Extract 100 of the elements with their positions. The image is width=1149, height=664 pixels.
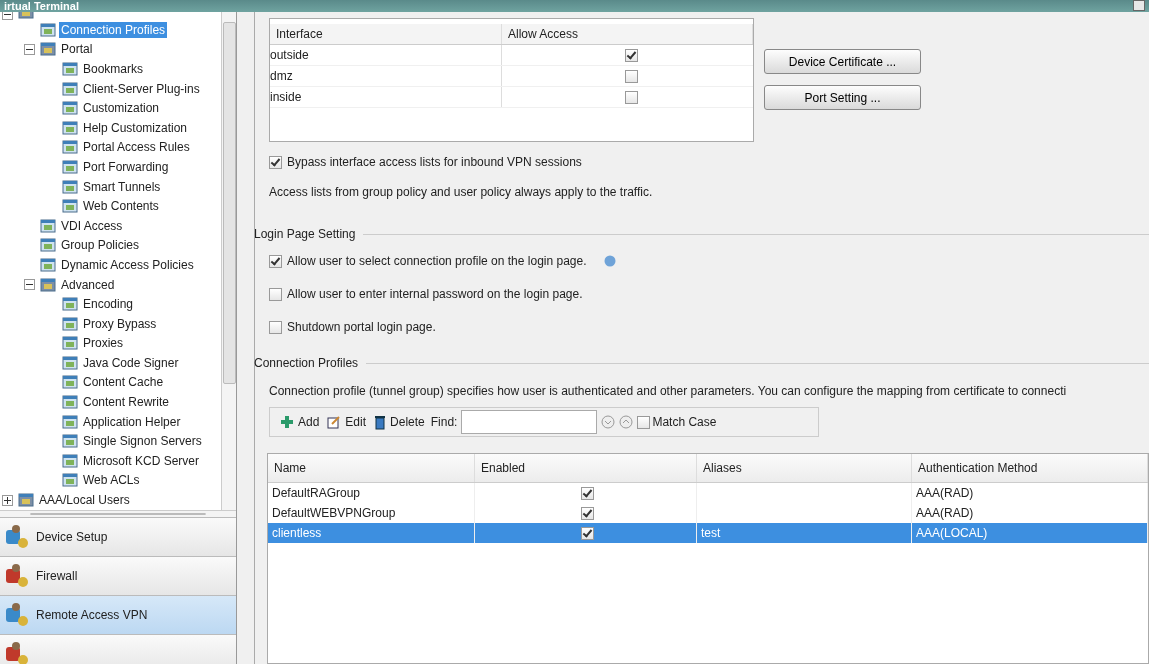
window-icon xyxy=(40,256,56,273)
column-header: Authentication Method xyxy=(912,454,1148,482)
find-field[interactable] xyxy=(461,410,598,434)
checkbox[interactable] xyxy=(581,526,594,540)
note-text: Access lists from group policy and user policy always apply to the traffic. xyxy=(269,185,654,199)
tree-item[interactable]: Group Policies xyxy=(59,237,142,254)
tree-item[interactable]: Dynamic Access Policies xyxy=(59,256,196,273)
tree-item[interactable]: Customization xyxy=(81,100,162,117)
group-title: Login Page Setting xyxy=(254,227,356,241)
window-icon xyxy=(62,413,78,430)
tree-item[interactable]: Port Forwarding xyxy=(81,158,171,175)
expander[interactable] xyxy=(2,12,13,20)
checkbox-label: Match Case xyxy=(652,415,717,429)
find-label: Find: xyxy=(430,415,458,429)
tree-item[interactable]: Application Helper xyxy=(81,413,183,430)
table-cell: clientless xyxy=(268,523,475,543)
nav-button[interactable]: Firewall xyxy=(0,555,236,595)
expander[interactable] xyxy=(24,279,35,290)
window-icon xyxy=(62,80,78,97)
tree-item[interactable]: Encoding xyxy=(81,296,136,313)
checkbox[interactable] xyxy=(581,486,594,500)
window-icon xyxy=(62,354,78,371)
tree-item[interactable]: Bookmarks xyxy=(81,61,146,77)
window-icon xyxy=(62,472,78,489)
window-icon xyxy=(62,296,78,313)
table-cell: test xyxy=(701,526,721,540)
tree-item[interactable]: Client-Server Plug-ins xyxy=(81,80,202,97)
window-icon xyxy=(62,374,78,391)
tree-item[interactable]: Content Cache xyxy=(81,374,166,391)
window-icon xyxy=(40,217,56,234)
trash-icon xyxy=(374,414,387,430)
checkbox[interactable] xyxy=(581,506,594,520)
horizontal-scrollbar[interactable] xyxy=(0,509,236,517)
tree-item[interactable]: Portal xyxy=(59,41,95,58)
window-icon xyxy=(40,21,56,38)
edit-icon xyxy=(327,415,342,429)
vertical-scrollbar[interactable] xyxy=(221,12,236,510)
column-header: Name xyxy=(268,454,475,482)
nav-button[interactable]: Remote Access VPN xyxy=(0,594,236,634)
window-icon xyxy=(62,100,78,117)
nav-button[interactable] xyxy=(0,633,236,664)
minimize-button[interactable] xyxy=(1133,0,1145,11)
window-icon xyxy=(62,198,78,215)
table-cell: DefaultRAGroup xyxy=(268,483,475,503)
table-cell: AAA(RAD) xyxy=(912,483,1148,503)
checkbox[interactable] xyxy=(637,415,651,429)
tree-item[interactable]: Portal Access Rules xyxy=(81,139,192,156)
description-text: Connection profile (tunnel group) specifies how user is authenticated and other parameters. You can configure the mapping from certificate to connecti xyxy=(269,384,1068,398)
table-cell: dmz xyxy=(270,66,502,86)
tree-item[interactable]: Smart Tunnels xyxy=(81,178,163,195)
window-icon xyxy=(62,394,78,411)
toolbar-button[interactable]: Delete xyxy=(372,414,427,430)
action-button[interactable]: Device Certificate ... xyxy=(764,49,921,74)
nav-button[interactable]: Device Setup xyxy=(0,516,236,556)
checkbox[interactable] xyxy=(269,155,282,169)
checkbox[interactable] xyxy=(269,320,282,334)
window-icon xyxy=(62,335,78,352)
window-icon xyxy=(40,237,56,254)
window-icon xyxy=(62,139,78,156)
folder-window-icon xyxy=(40,276,56,293)
checkbox[interactable] xyxy=(625,90,638,104)
checkbox[interactable] xyxy=(269,287,282,301)
tree-item[interactable]: Java Code Signer xyxy=(81,354,181,371)
toolbar-button[interactable]: Add xyxy=(278,415,322,429)
tree-item[interactable]: Microsoft KCD Server xyxy=(81,452,202,469)
checkbox[interactable] xyxy=(625,48,638,62)
group-title: Connection Profiles xyxy=(254,356,359,370)
tree-item[interactable]: Help Customization xyxy=(81,119,190,136)
checkbox[interactable] xyxy=(269,254,282,268)
tree-item[interactable]: Advanced xyxy=(59,276,117,293)
table-row[interactable]: DefaultRAGroup AAA(RAD) xyxy=(268,483,1148,503)
table-cell: outside xyxy=(270,45,502,65)
column-header: Aliases xyxy=(697,454,912,482)
tree-item[interactable]: Proxies xyxy=(81,335,125,352)
window-icon xyxy=(62,61,78,77)
window-icon xyxy=(62,315,78,332)
tree-item[interactable]: Content Rewrite xyxy=(81,394,172,411)
tree-item[interactable]: Web ACLs xyxy=(81,472,142,489)
table-cell: inside xyxy=(270,87,502,107)
checkbox-label: Shutdown portal login page. xyxy=(287,320,436,334)
checkbox-label: Allow user to enter internal password on the login page. xyxy=(287,287,583,301)
action-button[interactable]: Port Setting ... xyxy=(764,85,921,110)
checkbox-label: Bypass interface access lists for inbound VPN sessions xyxy=(287,155,582,169)
expander[interactable] xyxy=(24,43,35,55)
window-icon xyxy=(62,452,78,469)
tree-item[interactable]: VDI Access xyxy=(59,217,125,234)
tree-item[interactable]: AAA/Local Users xyxy=(37,492,132,509)
tree-item[interactable]: Single Signon Servers xyxy=(81,433,204,450)
window-icon xyxy=(62,178,78,195)
column-header: Interface xyxy=(270,24,502,44)
window-icon xyxy=(62,158,78,175)
column-header: Enabled xyxy=(475,454,697,482)
checkbox-label: Allow user to select connection profile on the login page. xyxy=(287,254,587,268)
toolbar-button[interactable]: Edit xyxy=(325,415,369,429)
expander[interactable] xyxy=(2,494,13,506)
checkbox[interactable] xyxy=(625,69,638,83)
window-icon xyxy=(62,119,78,136)
window-title: irtual Terminal xyxy=(4,0,79,12)
tree-item[interactable]: Proxy Bypass xyxy=(81,315,159,332)
tree-item[interactable]: Web Contents xyxy=(81,198,161,215)
